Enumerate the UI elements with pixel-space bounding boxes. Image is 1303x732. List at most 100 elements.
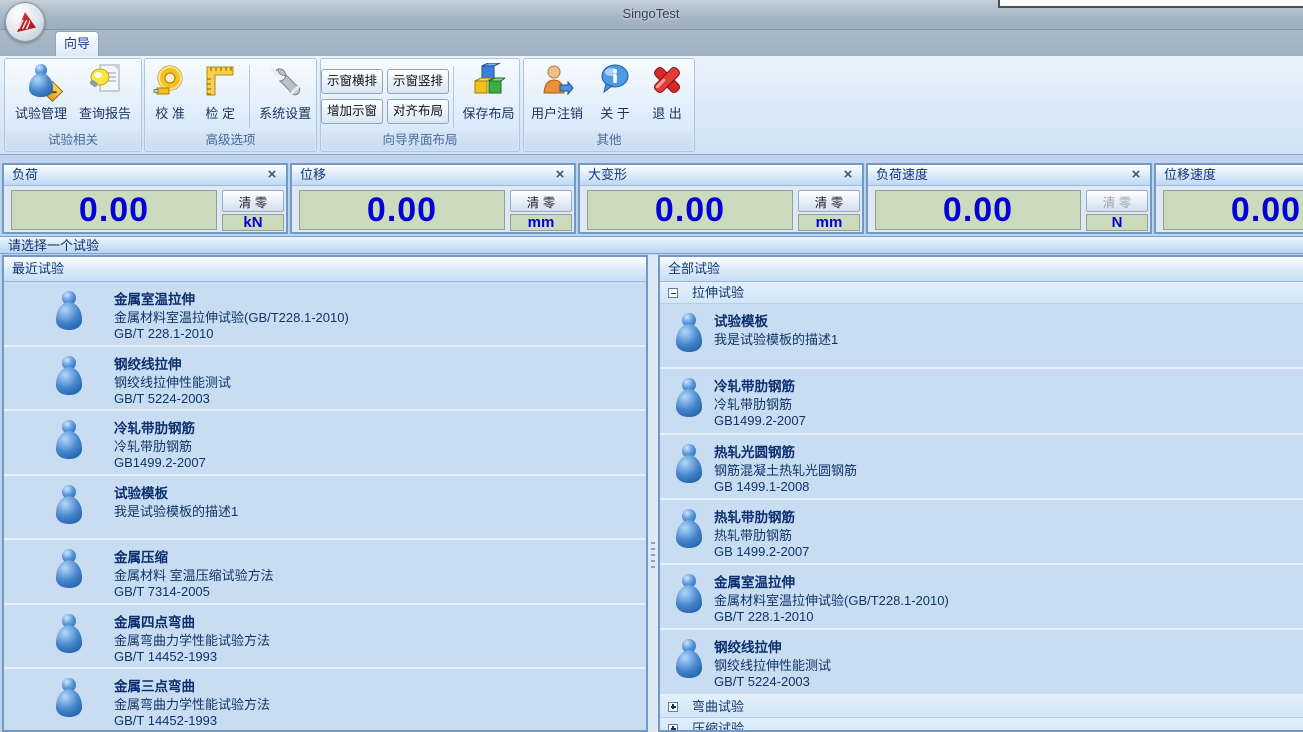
app-window: SingoTest 向导 试验管理: [0, 0, 1303, 732]
gauge-value: 0.00: [943, 191, 1013, 230]
gauge-value: 0.00: [655, 191, 725, 230]
panel-splitter[interactable]: [648, 255, 658, 732]
group-row-tensile[interactable]: 拉伸试验: [660, 282, 1303, 304]
gauge-unit: kN: [222, 214, 284, 231]
gauge-title: 负荷速度: [876, 167, 928, 182]
test-pawn-icon: [54, 549, 84, 589]
gauge-unit: mm: [798, 214, 860, 231]
test-pawn-icon: [54, 356, 84, 396]
about-button[interactable]: 关 于: [589, 62, 641, 132]
tab-wizard[interactable]: 向导: [55, 31, 99, 56]
gauge-display: 0.00: [587, 190, 793, 230]
test-pawn-icon: [54, 420, 84, 460]
gauge-display: 0.00: [299, 190, 505, 230]
ribbon-group-other: 用户注销 关 于: [523, 58, 695, 152]
list-item[interactable]: 冷轧带肋钢筋 冷轧带肋钢筋 GB1499.2-2007: [660, 369, 1303, 434]
test-pawn-icon: [674, 574, 704, 614]
background-window-edge: [998, 0, 1303, 8]
ribbon-group-test: 试验管理: [4, 58, 142, 152]
ribbon-group-advanced: 校 准: [144, 58, 317, 152]
list-item[interactable]: 热轧带肋钢筋 热轧带肋钢筋 GB 1499.2-2007: [660, 500, 1303, 565]
list-item[interactable]: 试验模板 我是试验模板的描述1: [660, 304, 1303, 369]
windows-horizontal-button[interactable]: 示窗横排: [321, 69, 383, 94]
exit-button[interactable]: 退 出: [641, 62, 693, 132]
windows-vertical-button[interactable]: 示窗竖排: [387, 69, 449, 94]
test-pawn-icon: [674, 639, 704, 679]
close-icon[interactable]: ×: [1128, 165, 1144, 185]
group-label-other: 其他: [525, 131, 693, 150]
list-item[interactable]: 钢绞线拉伸 钢绞线拉伸性能测试 GB/T 5224-2003: [4, 347, 646, 412]
all-tests-panel: 全部试验 拉伸试验 试验模板 我是试验模板的描述1 冷轧带肋钢筋 冷轧带肋钢筋 …: [658, 255, 1303, 732]
system-settings-button[interactable]: 系统设置: [254, 62, 316, 132]
close-icon[interactable]: ×: [264, 165, 280, 185]
test-pawn-icon: [674, 509, 704, 549]
application-menu-button[interactable]: [5, 2, 45, 42]
exit-x-icon: [649, 62, 685, 100]
list-item[interactable]: 热轧光圆钢筋 钢筋混凝土热轧光圆钢筋 GB 1499.1-2008: [660, 435, 1303, 500]
gauge-unit: N: [1086, 214, 1148, 231]
tape-measure-icon: [152, 62, 188, 100]
group-label-layout: 向导界面布局: [322, 131, 518, 150]
query-report-icon: [87, 62, 123, 100]
list-item[interactable]: 金属四点弯曲 金属弯曲力学性能试验方法 GB/T 14452-1993: [4, 605, 646, 670]
test-pawn-icon: [674, 378, 704, 418]
list-item[interactable]: 金属三点弯曲 金属弯曲力学性能试验方法 GB/T 14452-1993: [4, 669, 646, 732]
splitter-grip-icon: [651, 542, 655, 568]
group-label-advanced: 高级选项: [146, 131, 315, 150]
title-bar: SingoTest: [0, 0, 1303, 30]
gauge-value: 0.00: [367, 191, 437, 230]
ruler-icon: [202, 62, 238, 100]
expand-icon[interactable]: [668, 724, 678, 732]
gauge-value: 0.00: [79, 191, 149, 230]
zero-button[interactable]: 清 零: [1086, 190, 1148, 212]
gauge-row: 负荷 × 0.00 清 零 kN 位移 × 0.00 清 零 mm 大变形 × …: [0, 163, 1303, 234]
expand-icon[interactable]: [668, 702, 678, 712]
ribbon-group-layout: 示窗横排 示窗竖排 增加示窗 对齐布局: [320, 58, 520, 152]
ribbon-tab-row: 向导: [0, 30, 1303, 56]
list-item[interactable]: 金属室温拉伸 金属材料室温拉伸试验(GB/T228.1-2010) GB/T 2…: [660, 565, 1303, 630]
group-row-bending[interactable]: 弯曲试验: [660, 696, 1303, 718]
group-divider: [453, 66, 454, 128]
gauge-unit: mm: [510, 214, 572, 231]
align-layout-button[interactable]: 对齐布局: [387, 99, 449, 124]
window-title: SingoTest: [561, 6, 741, 21]
gauge-load: 负荷 × 0.00 清 零 kN: [2, 163, 288, 234]
group-row-compression[interactable]: 压缩试验: [660, 718, 1303, 732]
gauge-display: 0.00: [1163, 190, 1303, 230]
test-pawn-icon: [54, 614, 84, 654]
close-icon[interactable]: ×: [840, 165, 856, 185]
gauge-displacement-speed: 位移速度 × 0.00 清 零: [1154, 163, 1303, 234]
test-manage-icon: [23, 62, 59, 100]
gauge-value: 0.00: [1231, 191, 1301, 230]
gauge-title: 大变形: [588, 167, 627, 182]
list-item[interactable]: 金属压缩 金属材料 室温压缩试验方法 GB/T 7314-2005: [4, 540, 646, 605]
info-bubble-icon: [597, 62, 633, 100]
app-logo-icon: [14, 12, 36, 32]
list-item[interactable]: 试验模板 我是试验模板的描述1: [4, 476, 646, 541]
wrench-icon: [267, 62, 303, 100]
gauge-title: 负荷: [12, 167, 38, 182]
list-item[interactable]: 金属室温拉伸 金属材料室温拉伸试验(GB/T228.1-2010) GB/T 2…: [4, 282, 646, 347]
test-pawn-icon: [674, 313, 704, 353]
zero-button[interactable]: 清 零: [510, 190, 572, 212]
user-logout-button[interactable]: 用户注销: [525, 62, 589, 132]
calibrate-button[interactable]: 校 准: [145, 62, 195, 132]
add-window-button[interactable]: 增加示窗: [321, 99, 383, 124]
query-report-button[interactable]: 查询报告: [73, 62, 137, 132]
list-item[interactable]: 钢绞线拉伸 钢绞线拉伸性能测试 GB/T 5224-2003: [660, 630, 1303, 695]
all-tests-header: 全部试验: [660, 257, 1303, 282]
gauge-displacement: 位移 × 0.00 清 零 mm: [290, 163, 576, 234]
verify-button[interactable]: 检 定: [195, 62, 245, 132]
group-divider: [249, 66, 250, 128]
select-test-prompt: 请选择一个试验: [0, 236, 1303, 254]
collapse-icon[interactable]: [668, 288, 678, 298]
cubes-icon: [470, 62, 506, 100]
zero-button[interactable]: 清 零: [798, 190, 860, 212]
list-item[interactable]: 冷轧带肋钢筋 冷轧带肋钢筋 GB1499.2-2007: [4, 411, 646, 476]
recent-tests-header: 最近试验: [4, 257, 646, 282]
test-manage-button[interactable]: 试验管理: [9, 62, 73, 132]
save-layout-button[interactable]: 保存布局: [458, 62, 519, 132]
test-pawn-icon: [54, 485, 84, 525]
close-icon[interactable]: ×: [552, 165, 568, 185]
zero-button[interactable]: 清 零: [222, 190, 284, 212]
